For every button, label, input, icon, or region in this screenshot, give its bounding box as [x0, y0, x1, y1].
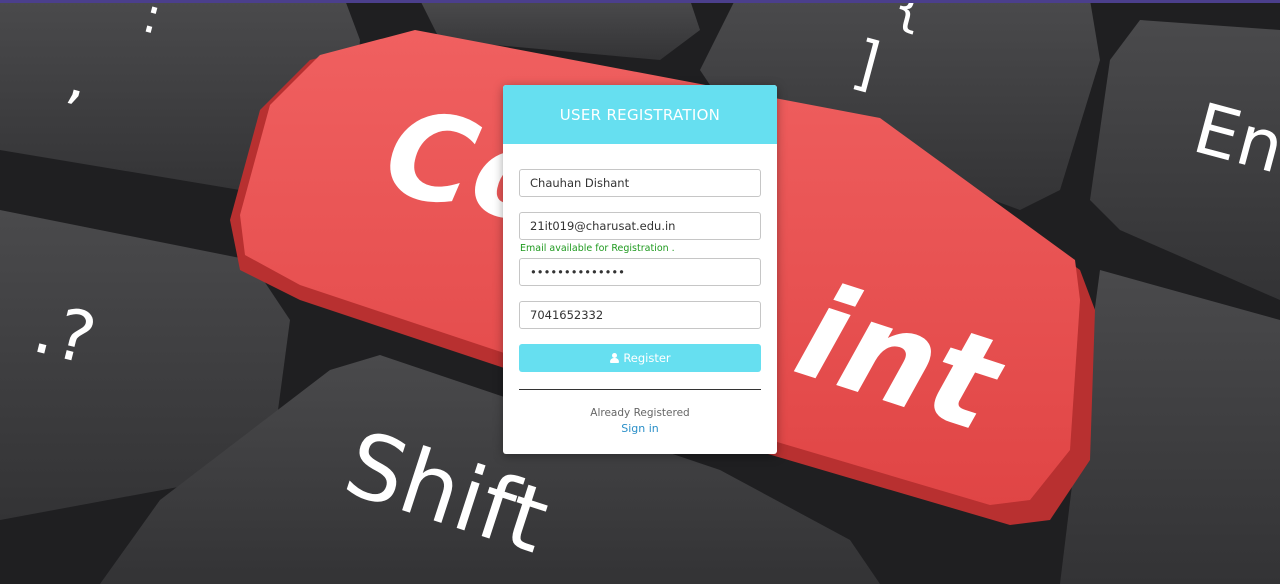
user-icon: [609, 352, 619, 364]
password-field[interactable]: [519, 258, 761, 286]
top-accent-bar: [0, 0, 1280, 3]
register-button-label: Register: [623, 351, 671, 365]
email-field[interactable]: [519, 212, 761, 240]
divider: [519, 389, 761, 390]
sign-in-link[interactable]: Sign in: [519, 422, 761, 435]
email-status-message: Email available for Registration .: [520, 243, 675, 254]
name-field[interactable]: [519, 169, 761, 197]
already-registered-text: Already Registered: [590, 407, 690, 419]
registration-card: USER REGISTRATION Email available for Re…: [503, 85, 777, 454]
card-title: USER REGISTRATION: [503, 85, 777, 144]
phone-field[interactable]: [519, 301, 761, 329]
register-button[interactable]: Register: [519, 344, 761, 372]
registration-form: Email available for Registration . Regis…: [503, 144, 777, 435]
